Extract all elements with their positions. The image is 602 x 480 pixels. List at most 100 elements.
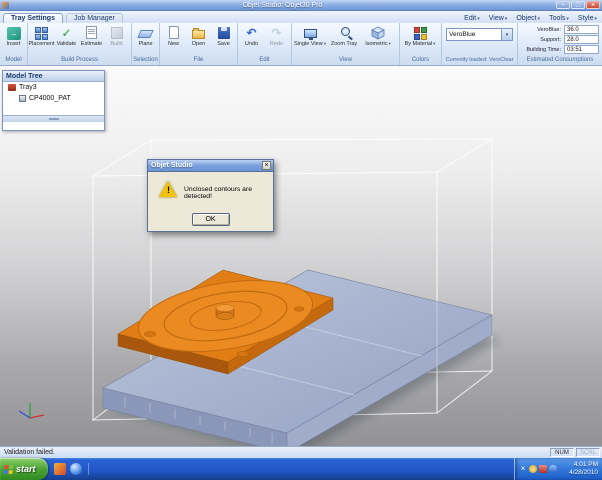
isometric-icon bbox=[371, 25, 386, 40]
group-label-build-process: Build Process bbox=[61, 57, 98, 63]
zoom-tray-button[interactable]: Zoom Tray bbox=[327, 24, 361, 47]
quicklaunch-app-icon[interactable] bbox=[54, 463, 66, 475]
chevron-down-icon: ▾ bbox=[477, 15, 480, 22]
close-button[interactable]: × bbox=[586, 1, 600, 9]
group-label-consumptions: Estimated Consumptions bbox=[526, 57, 594, 63]
tree-item-part[interactable]: CP4000_PAT bbox=[3, 93, 104, 104]
build-button[interactable]: Build bbox=[104, 24, 129, 47]
tray-close-icon[interactable]: × bbox=[519, 465, 527, 473]
insert-icon: → bbox=[6, 26, 21, 40]
menu-style[interactable]: Style ▾ bbox=[578, 15, 597, 22]
tray-status-icon-red[interactable] bbox=[539, 465, 547, 473]
material-selected-value: VeroBlue bbox=[449, 31, 476, 38]
num-lock-indicator: NUM bbox=[550, 448, 574, 457]
menu-edit[interactable]: Edit ▾ bbox=[464, 15, 480, 22]
model-tree-panel: Model Tree Tray3 CP4000_PAT bbox=[2, 70, 105, 131]
group-label-colors: Colors bbox=[411, 57, 430, 63]
chevron-down-icon: ▾ bbox=[537, 15, 541, 22]
open-button[interactable]: Open bbox=[186, 24, 211, 47]
zoom-tray-icon bbox=[340, 27, 353, 40]
material-select[interactable]: VeroBlue ▾ bbox=[446, 28, 513, 41]
consumption-row-veroblue: VeroBlue: 36.0 bbox=[521, 25, 599, 34]
menu-bar: Edit ▾ View ▾ Object ▾ Tools ▾ Style ▾ bbox=[464, 15, 597, 22]
placement-button[interactable]: Placement bbox=[29, 24, 55, 47]
ribbon-group-consumptions: VeroBlue: 36.0 Support: 28.0 Building Ti… bbox=[518, 23, 602, 65]
taskbar: start × 4:01 PM 4/28/2010 bbox=[0, 458, 602, 480]
status-bar: Validation failed. NUM SCRL bbox=[0, 446, 602, 458]
dialog-close-button[interactable]: × bbox=[262, 161, 271, 170]
redo-button[interactable]: ↷ Redo bbox=[264, 24, 289, 48]
placement-icon bbox=[35, 26, 48, 40]
title-bar[interactable]: Objet Studio: Objet30 Pro − □ × bbox=[0, 0, 602, 11]
menu-tools[interactable]: Tools ▾ bbox=[549, 15, 569, 22]
dialog-title: Objet Studio bbox=[151, 162, 193, 169]
warning-dialog: Objet Studio × ! Unclosed contours are d… bbox=[147, 159, 274, 232]
ribbon-group-edit: ↶ Undo ↷ Redo Edit bbox=[238, 23, 292, 65]
group-label-material: Currently loaded: VeroClear bbox=[445, 57, 514, 63]
estimate-button[interactable]: Estimate bbox=[79, 24, 104, 47]
plane-button[interactable]: Plane bbox=[133, 24, 158, 47]
minimize-button[interactable]: − bbox=[556, 1, 570, 9]
new-button[interactable]: New bbox=[161, 24, 186, 47]
windows-flag-icon bbox=[3, 464, 14, 474]
menu-view[interactable]: View ▾ bbox=[489, 15, 508, 22]
tray-status-icon-blue[interactable] bbox=[549, 465, 557, 473]
new-file-icon bbox=[168, 26, 179, 39]
chevron-down-icon: ▾ bbox=[504, 15, 508, 22]
consumption-row-building-time: Building Time: 03:51 bbox=[521, 45, 599, 54]
consumption-row-support: Support: 28.0 bbox=[521, 35, 599, 44]
maximize-button[interactable]: □ bbox=[571, 1, 585, 9]
save-button[interactable]: Save bbox=[211, 24, 236, 47]
build-icon bbox=[110, 26, 123, 39]
quicklaunch-browser-icon[interactable] bbox=[70, 463, 82, 475]
taskbar-clock[interactable]: 4:01 PM 4/28/2010 bbox=[569, 461, 602, 477]
undo-button[interactable]: ↶ Undo bbox=[239, 24, 264, 48]
save-icon bbox=[217, 26, 230, 39]
tray-icon bbox=[8, 84, 16, 91]
menu-object[interactable]: Object ▾ bbox=[516, 15, 540, 22]
plane-icon bbox=[137, 30, 154, 38]
window-controls: − □ × bbox=[556, 1, 600, 9]
tab-tray-settings[interactable]: Tray Settings bbox=[3, 13, 63, 23]
ribbon-group-material: VeroBlue ▾ Currently loaded: VeroClear bbox=[442, 23, 518, 65]
app-icon bbox=[2, 1, 9, 9]
single-view-icon bbox=[303, 29, 317, 40]
status-message: Validation failed. bbox=[4, 449, 55, 456]
axis-indicator-icon bbox=[18, 403, 45, 419]
support-value: 28.0 bbox=[564, 35, 599, 44]
clock-time: 4:01 PM bbox=[573, 461, 598, 468]
ribbon-group-file: New Open Save File bbox=[160, 23, 238, 65]
estimate-icon bbox=[86, 26, 97, 39]
validate-icon: ✓ bbox=[61, 25, 72, 40]
chevron-down-icon: ▾ bbox=[594, 15, 597, 22]
tab-job-manager[interactable]: Job Manager bbox=[65, 13, 123, 23]
window-title: Objet Studio: Objet30 Pro bbox=[242, 1, 323, 9]
ok-button[interactable]: OK bbox=[191, 213, 230, 226]
group-label-edit: Edit bbox=[259, 57, 270, 63]
redo-icon: ↷ bbox=[271, 25, 282, 40]
ribbon-group-model: → Insert Model bbox=[0, 23, 28, 65]
scroll-lock-indicator: SCRL bbox=[576, 448, 600, 457]
dialog-message: Unclosed contours are detected! bbox=[184, 186, 253, 200]
tray-status-icon-yellow[interactable] bbox=[529, 465, 537, 473]
clock-date: 4/28/2010 bbox=[569, 469, 598, 476]
app-window: Objet Studio: Objet30 Pro − □ × Tray Set… bbox=[0, 0, 602, 480]
chevron-down-icon[interactable]: ▾ bbox=[501, 29, 512, 40]
insert-button[interactable]: → Insert bbox=[1, 24, 26, 47]
panel-splitter[interactable] bbox=[3, 115, 104, 122]
isometric-button[interactable]: Isometric ▾ bbox=[361, 24, 395, 47]
start-button[interactable]: start bbox=[0, 458, 48, 480]
ribbon-group-selection: Plane Selection bbox=[132, 23, 160, 65]
model-tree-title: Model Tree bbox=[3, 71, 104, 82]
quick-launch-bar bbox=[54, 463, 89, 475]
tree-item-tray[interactable]: Tray3 bbox=[3, 82, 104, 93]
dialog-title-bar[interactable]: Objet Studio × bbox=[148, 160, 273, 172]
single-view-button[interactable]: Single View ▾ bbox=[293, 24, 327, 47]
validate-button[interactable]: ✓ Validate bbox=[54, 24, 79, 48]
system-tray: × 4:01 PM 4/28/2010 bbox=[514, 458, 602, 480]
ribbon-tab-row: Tray Settings Job Manager Edit ▾ View ▾ Ob… bbox=[0, 11, 602, 23]
group-label-file: File bbox=[193, 57, 204, 63]
ribbon-toolbar: → Insert Model Placement ✓ Validate Esti… bbox=[0, 23, 602, 66]
chevron-down-icon: ▾ bbox=[388, 41, 391, 46]
by-material-button[interactable]: By Material ▾ bbox=[401, 24, 439, 47]
